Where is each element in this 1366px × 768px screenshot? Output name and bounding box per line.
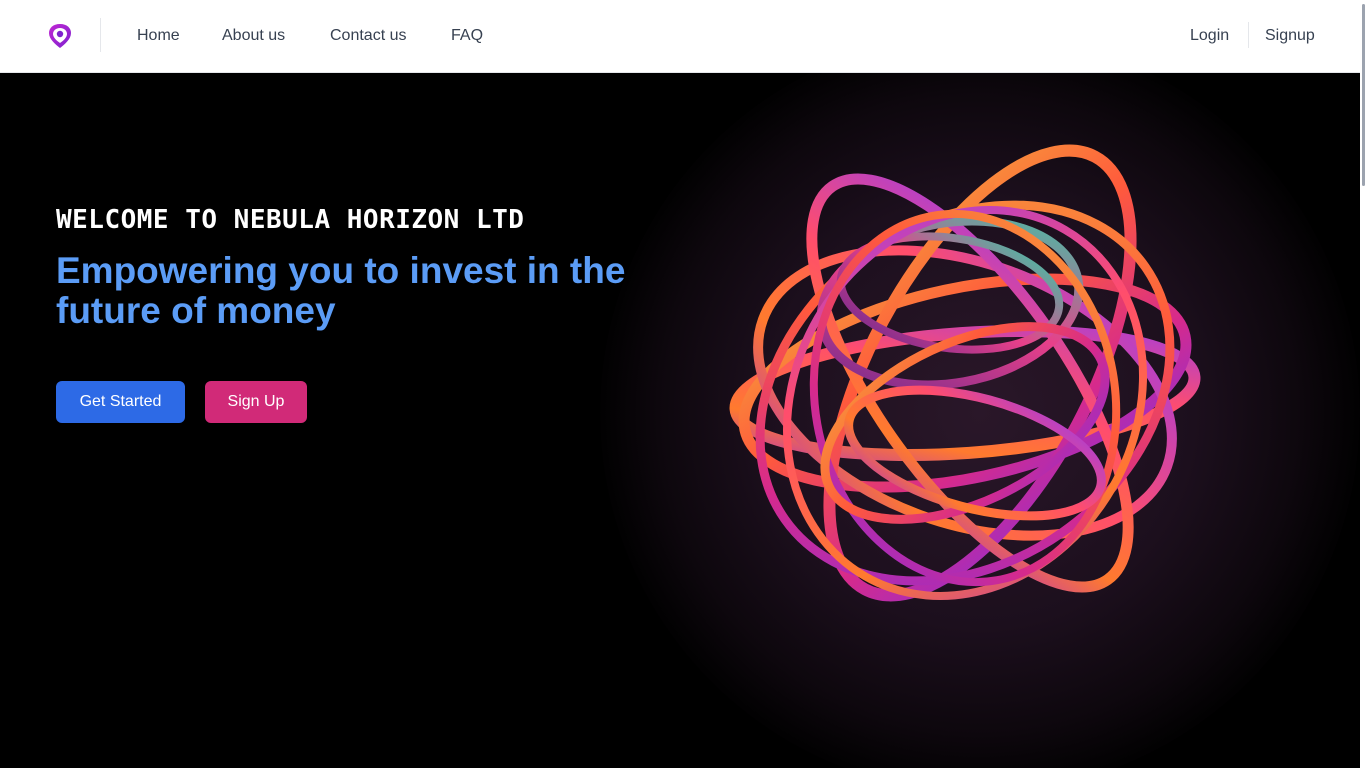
nav-divider bbox=[100, 18, 101, 52]
abstract-ribbon-sphere-image bbox=[729, 144, 1201, 602]
page-scrollbar[interactable] bbox=[1360, 0, 1366, 768]
nav-link-contact-us[interactable]: Contact us bbox=[330, 26, 406, 46]
sign-up-button[interactable]: Sign Up bbox=[205, 381, 307, 423]
nav-link-faq[interactable]: FAQ bbox=[451, 26, 483, 46]
hero-eyebrow: WELCOME TO NEBULA HORIZON LTD bbox=[56, 205, 525, 235]
hero-headline: Empowering you to invest in the future o… bbox=[56, 250, 626, 331]
get-started-button[interactable]: Get Started bbox=[56, 381, 185, 423]
nav-link-home[interactable]: Home bbox=[137, 26, 180, 46]
signup-link[interactable]: Signup bbox=[1265, 26, 1315, 46]
scrollbar-thumb[interactable] bbox=[1362, 4, 1365, 186]
top-navbar: Home About us Contact us FAQ Login Signu… bbox=[0, 0, 1366, 73]
nav-right-divider bbox=[1248, 22, 1249, 48]
nav-link-about-us[interactable]: About us bbox=[222, 26, 285, 46]
login-link[interactable]: Login bbox=[1190, 26, 1229, 46]
hero-section: WELCOME TO NEBULA HORIZON LTD Empowering… bbox=[0, 73, 1360, 768]
nebula-logo-icon[interactable] bbox=[48, 23, 72, 49]
